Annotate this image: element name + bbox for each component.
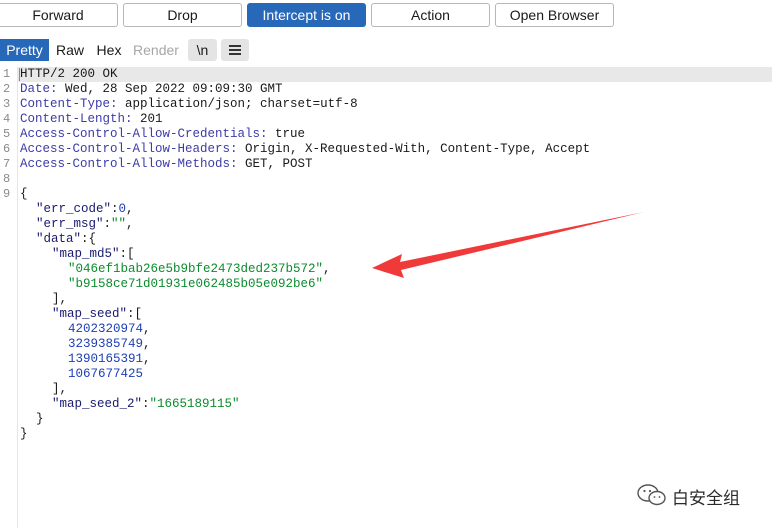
arrow-shape — [372, 212, 644, 278]
wechat-icon — [637, 484, 666, 506]
watermark-text: 白安全组 — [672, 489, 740, 509]
annotation-arrow — [372, 212, 644, 278]
